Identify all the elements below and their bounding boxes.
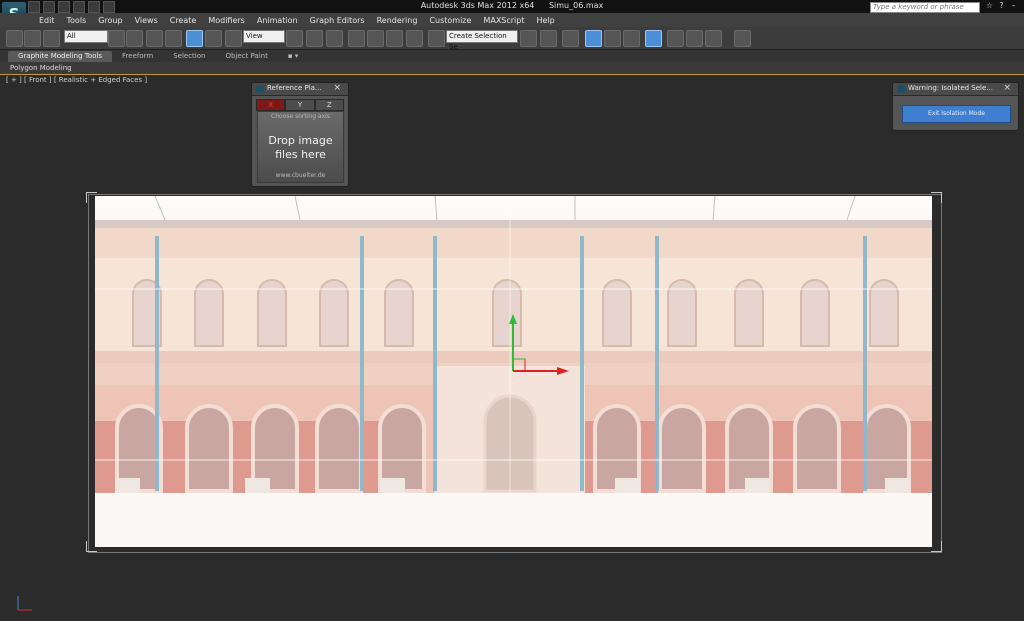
select-by-name-icon[interactable] <box>126 30 143 47</box>
curve-editor-icon[interactable] <box>604 30 621 47</box>
pivot-center-icon[interactable] <box>286 30 303 47</box>
tab-freeform[interactable]: Freeform <box>112 51 163 62</box>
reference-panel-title: Reference Pla... <box>267 84 322 92</box>
percent-snap-icon[interactable] <box>386 30 403 47</box>
select-and-manipulate-icon[interactable] <box>306 30 323 47</box>
angle-snap-icon[interactable] <box>367 30 384 47</box>
building-facade-image <box>95 196 932 547</box>
sorting-axis-hint: Choose sorting axis <box>271 113 330 120</box>
menu-animation[interactable]: Animation <box>251 15 304 26</box>
menu-graph-editors[interactable]: Graph Editors <box>304 15 371 26</box>
isolated-selection-warning-panel: Warning: Isolated Sele... × Exit Isolati… <box>892 82 1019 131</box>
drop-text-line-1: Drop image <box>268 134 333 147</box>
snaps-toggle-icon[interactable] <box>348 30 365 47</box>
keyboard-shortcut-toggle-icon[interactable] <box>326 30 343 47</box>
warning-panel-titlebar[interactable]: Warning: Isolated Sele... × <box>893 83 1018 96</box>
app-name: Autodesk 3ds Max 2012 x64 <box>420 1 535 10</box>
frame-corner-tl <box>86 192 97 203</box>
unlink-selection-icon[interactable] <box>24 30 41 47</box>
bind-to-space-warp-icon[interactable] <box>43 30 60 47</box>
axis-z-button[interactable]: Z <box>314 99 344 111</box>
select-and-link-icon[interactable] <box>6 30 23 47</box>
file-name: Simu_06.max <box>548 1 604 10</box>
menu-create[interactable]: Create <box>164 15 203 26</box>
axis-tripod-icon <box>12 590 36 616</box>
rectangular-selection-icon[interactable] <box>146 30 163 47</box>
ribbon-tabs: Graphite Modeling Tools Freeform Selecti… <box>8 51 308 62</box>
close-icon[interactable]: × <box>1003 83 1011 93</box>
spinner-snap-icon[interactable] <box>406 30 423 47</box>
ribbon-options-icon[interactable]: ▪ ▾ <box>278 51 308 62</box>
menu-tools[interactable]: Tools <box>61 15 93 26</box>
named-selection-sets-dropdown[interactable]: Create Selection Se <box>446 30 518 51</box>
custom-script-icon[interactable] <box>734 30 751 47</box>
material-editor-icon[interactable] <box>645 30 662 47</box>
select-object-icon[interactable] <box>108 30 125 47</box>
menu-rendering[interactable]: Rendering <box>371 15 424 26</box>
select-and-scale-icon[interactable] <box>225 30 242 47</box>
tab-selection[interactable]: Selection <box>163 51 215 62</box>
frame-corner-bl <box>86 541 97 552</box>
edit-named-selection-icon[interactable] <box>428 30 445 47</box>
selection-filter-dropdown[interactable]: All <box>64 30 108 43</box>
rendered-frame-window-icon[interactable] <box>686 30 703 47</box>
select-and-rotate-icon[interactable] <box>205 30 222 47</box>
mirror-icon[interactable] <box>520 30 537 47</box>
exit-isolation-mode-button[interactable]: Exit Isolation Mode <box>902 105 1011 123</box>
help-search-input[interactable]: Type a keyword or phrase <box>870 2 980 13</box>
menu-customize[interactable]: Customize <box>423 15 477 26</box>
close-icon[interactable]: × <box>333 83 341 93</box>
menu-help[interactable]: Help <box>531 15 561 26</box>
polygon-modeling-panel[interactable]: Polygon Modeling <box>10 63 72 73</box>
warning-panel-title: Warning: Isolated Sele... <box>908 84 993 92</box>
axis-y-button[interactable]: Y <box>285 99 315 111</box>
axis-selector: X Y Z <box>256 99 344 111</box>
menu-views[interactable]: Views <box>129 15 164 26</box>
max-app-icon <box>897 85 905 93</box>
render-setup-icon[interactable] <box>667 30 684 47</box>
reference-image-plane[interactable] <box>95 196 932 547</box>
star-icon[interactable]: ☆ <box>985 1 994 11</box>
help-icon[interactable]: ? <box>997 1 1006 11</box>
reference-panel-titlebar[interactable]: Reference Pla... × <box>252 83 348 96</box>
render-production-icon[interactable] <box>705 30 722 47</box>
drop-text-line-2: files here <box>275 148 326 161</box>
menu-edit[interactable]: Edit <box>33 15 61 26</box>
schematic-view-icon[interactable] <box>623 30 640 47</box>
tab-object-paint[interactable]: Object Paint <box>215 51 277 62</box>
menu-maxscript[interactable]: MAXScript <box>477 15 530 26</box>
menu-group[interactable]: Group <box>92 15 128 26</box>
axis-x-button[interactable]: X <box>256 99 286 111</box>
frame-corner-br <box>931 541 942 552</box>
minimize-icon[interactable]: – <box>1009 1 1018 11</box>
max-app-icon <box>256 85 264 93</box>
tab-graphite-modeling-tools[interactable]: Graphite Modeling Tools <box>8 51 113 62</box>
menu-list: Edit Tools Group Views Create Modifiers … <box>33 15 561 26</box>
drop-instructions: Drop image files here <box>258 134 343 162</box>
window-controls: ☆ ? – <box>985 1 1018 11</box>
reference-coordinate-dropdown[interactable]: View <box>243 30 285 43</box>
author-url: www.cbuelter.de <box>275 172 326 179</box>
graphite-modeling-tools-toggle-icon[interactable] <box>585 30 602 47</box>
align-icon[interactable] <box>540 30 557 47</box>
reference-plane-panel: Reference Pla... × X Y Z Choose sorting … <box>251 82 349 187</box>
menu-modifiers[interactable]: Modifiers <box>202 15 251 26</box>
frame-corner-tr <box>931 192 942 203</box>
select-and-move-icon[interactable] <box>186 30 203 47</box>
layer-manager-icon[interactable] <box>562 30 579 47</box>
window-crossing-icon[interactable] <box>165 30 182 47</box>
viewport-label[interactable]: [ + ] [ Front ] [ Realistic + Edged Face… <box>6 76 147 84</box>
image-drop-zone[interactable]: Choose sorting axis Drop image files her… <box>257 111 344 183</box>
